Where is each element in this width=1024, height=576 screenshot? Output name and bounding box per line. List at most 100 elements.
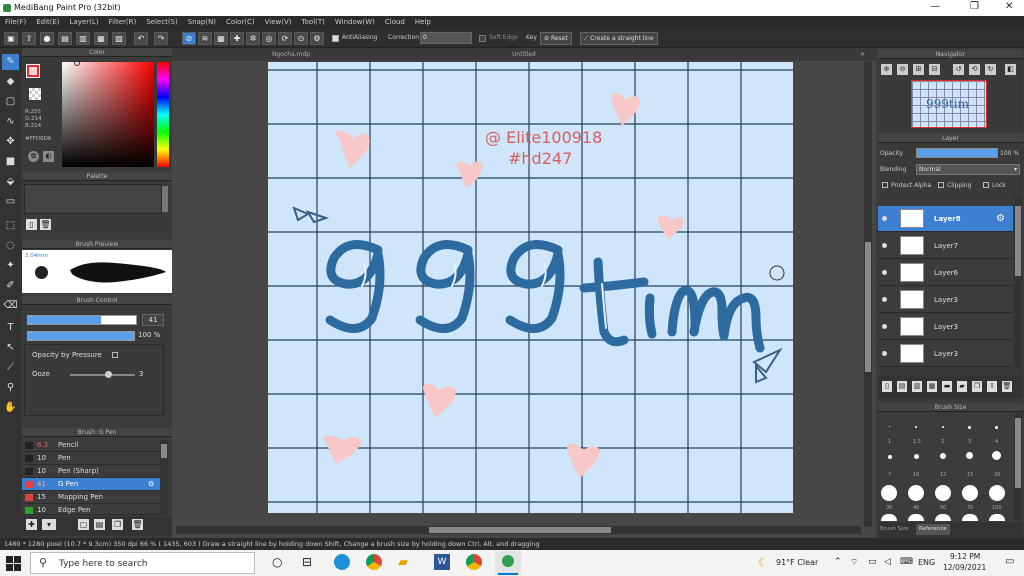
layer-visibility-icon[interactable]: [882, 351, 887, 356]
keyboard-icon[interactable]: ⌨: [900, 557, 913, 567]
add-8bit-layer-icon[interactable]: ▥: [912, 381, 922, 392]
tab-brush-size[interactable]: Brush Size: [880, 526, 909, 532]
menu-help[interactable]: Help: [410, 16, 436, 26]
cloud-icon[interactable]: ▧: [112, 32, 126, 45]
minimize-button[interactable]: —: [930, 1, 940, 12]
tab-untitled[interactable]: Untitled: [512, 51, 536, 58]
add-palette-icon[interactable]: ▯: [26, 219, 37, 230]
select-eraser-icon[interactable]: ⌫: [2, 298, 19, 314]
add-layer-icon[interactable]: ▯: [882, 381, 892, 392]
tab-reference[interactable]: Reference: [916, 524, 950, 535]
duplicate-layer-icon[interactable]: ❐: [972, 381, 982, 392]
layer-visibility-icon[interactable]: [882, 243, 887, 248]
rotate-left-icon[interactable]: ↺: [953, 64, 964, 75]
menu-layer[interactable]: Layer(L): [65, 16, 104, 26]
palette-scrollbar[interactable]: [162, 186, 168, 212]
clock-time[interactable]: 9:12 PM: [950, 552, 980, 561]
word-icon[interactable]: W: [434, 554, 450, 570]
soft-edge-checkbox[interactable]: [479, 35, 486, 42]
brush-size-dot[interactable]: [889, 426, 890, 427]
save-icon[interactable]: ▤: [58, 32, 72, 45]
chrome-icon[interactable]: [366, 554, 382, 570]
menu-window[interactable]: Window(W): [330, 16, 380, 26]
battery-icon[interactable]: ▭: [868, 557, 877, 567]
share-icon[interactable]: ▦: [94, 32, 108, 45]
brush-size-dot[interactable]: [962, 514, 978, 521]
zoom-fit-icon[interactable]: ⊞: [913, 64, 924, 75]
antialiasing-checkbox[interactable]: [332, 35, 339, 42]
canvas-vertical-scrollbar[interactable]: [864, 62, 872, 527]
layer-visibility-icon[interactable]: [882, 324, 887, 329]
brush-list-scrollbar[interactable]: [160, 440, 168, 515]
eraser-tool-icon[interactable]: ◆: [2, 74, 19, 90]
layer-visibility-icon[interactable]: [882, 297, 887, 302]
snap-off-icon[interactable]: ⊘: [182, 32, 196, 45]
task-view-icon[interactable]: ○: [272, 555, 282, 569]
export-icon[interactable]: ▥: [76, 32, 90, 45]
folder-add-icon[interactable]: ▰: [957, 381, 967, 392]
brush-size-dot[interactable]: [968, 426, 971, 429]
close-button[interactable]: ✕: [1005, 1, 1013, 12]
zoom-actual-icon[interactable]: ⊟: [929, 64, 940, 75]
brush-item[interactable]: 6.3 Pencil: [22, 439, 160, 452]
brush-size-dot[interactable]: [992, 451, 1001, 460]
lock-checkbox[interactable]: [983, 182, 989, 188]
zoom-out-icon[interactable]: ⊖: [897, 64, 908, 75]
brush-size-dot[interactable]: [915, 426, 917, 428]
correction-select[interactable]: 0: [420, 32, 472, 44]
layer-row-selected[interactable]: Layer8 ⚙: [878, 206, 1013, 232]
snap-curve-icon[interactable]: ⟳: [278, 32, 292, 45]
layer-row[interactable]: Layer3: [878, 314, 1013, 340]
import-brush-icon[interactable]: ▤: [94, 519, 105, 530]
bucket-tool-icon[interactable]: ⬙: [2, 174, 19, 190]
brush-size-dot[interactable]: [908, 485, 924, 501]
open-file-icon[interactable]: ⇪: [22, 32, 36, 45]
network-icon[interactable]: ⌔: [850, 557, 858, 568]
brush-size-dot[interactable]: [989, 514, 1005, 521]
operation-tool-icon[interactable]: ↖: [2, 340, 19, 356]
magic-wand-icon[interactable]: ✦: [2, 258, 19, 274]
delete-layer-icon[interactable]: 🗑: [1002, 381, 1012, 392]
layer-row[interactable]: Layer3: [878, 341, 1013, 367]
brush-item[interactable]: 15 Mapping Pen: [22, 491, 160, 504]
snap-circle-icon[interactable]: ◎: [262, 32, 276, 45]
brush-size-dot[interactable]: [935, 514, 951, 521]
clipping-checkbox[interactable]: [938, 182, 944, 188]
brush-size-dot[interactable]: [914, 454, 919, 459]
ooze-slider-handle[interactable]: [105, 371, 112, 378]
add-brush-icon[interactable]: ✚: [26, 519, 37, 530]
weather-text[interactable]: 91°F Clear: [776, 558, 818, 567]
edge-browser-icon[interactable]: [334, 554, 350, 570]
layer-scrollbar[interactable]: [1014, 196, 1022, 368]
widgets-icon[interactable]: ⊟: [302, 555, 312, 569]
rotate-right-icon[interactable]: ↻: [985, 64, 996, 75]
transparent-swatch[interactable]: [29, 88, 41, 100]
brush-size-value[interactable]: 41: [142, 314, 164, 326]
language-indicator[interactable]: ENG: [918, 558, 935, 567]
windows-start-icon[interactable]: [6, 556, 21, 571]
brush-settings-icon[interactable]: ⚙: [148, 478, 154, 491]
color-wheel-icon[interactable]: ✿: [28, 151, 39, 162]
rotate-reset-icon[interactable]: ⟲: [969, 64, 980, 75]
gradient-tool-icon[interactable]: ▭: [2, 194, 19, 210]
brush-item[interactable]: 10 Pen: [22, 452, 160, 465]
comment-icon[interactable]: ●: [40, 32, 54, 45]
layer-opacity-slider[interactable]: [916, 148, 998, 158]
menu-edit[interactable]: Edit(E): [31, 16, 64, 26]
brush-tool-icon[interactable]: ✎: [2, 54, 19, 70]
divide-tool-icon[interactable]: ⟋: [2, 360, 19, 376]
layer-blending-select[interactable]: Normal ▾: [916, 164, 1020, 175]
menu-filter[interactable]: Filter(R): [104, 16, 142, 26]
brush-menu-icon[interactable]: ▾: [42, 519, 56, 530]
brush-size-dot[interactable]: [940, 453, 946, 459]
maximize-button[interactable]: ❐: [970, 1, 979, 12]
brush-size-dot[interactable]: [888, 455, 892, 459]
brush-item-selected[interactable]: 41 G Pen ⚙: [22, 478, 160, 491]
layer-row[interactable]: Layer7: [878, 233, 1013, 259]
create-straight-line-button[interactable]: ⟋ Create a straight line: [580, 32, 658, 45]
brush-size-scrollbar[interactable]: [1014, 414, 1022, 520]
brush-size-dot[interactable]: [989, 485, 1005, 501]
palette-list[interactable]: [24, 184, 162, 214]
layer-visibility-icon[interactable]: [882, 270, 887, 275]
move-tool-icon[interactable]: ✥: [2, 134, 19, 150]
